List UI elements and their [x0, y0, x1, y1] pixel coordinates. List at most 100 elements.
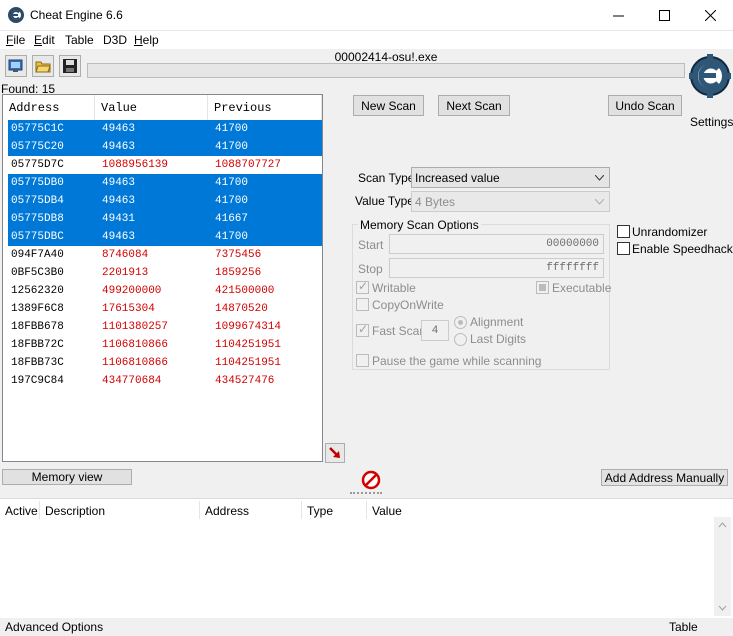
cell-value: 49463: [102, 177, 136, 189]
cell-previous: 41700: [215, 123, 249, 135]
title-bar[interactable]: Cheat Engine 6.6: [0, 0, 733, 31]
fast-scan-value-field[interactable]: 4: [421, 320, 449, 341]
cell-address: 1389F6C8: [11, 303, 64, 315]
settings-label[interactable]: Settings: [690, 115, 733, 129]
table-row[interactable]: 05775D7C 1088956139 1088707727: [8, 156, 322, 174]
table-extras-link[interactable]: Table Extras: [669, 620, 733, 636]
memory-view-button[interactable]: Memory view: [2, 469, 132, 485]
cell-value: 434770684: [102, 375, 162, 387]
last-digits-radio[interactable]: [454, 333, 467, 346]
alignment-label: Alignment: [470, 315, 524, 329]
cell-previous: 1099674314: [215, 321, 282, 333]
speedhack-checkbox[interactable]: [617, 242, 630, 255]
column-header-previous[interactable]: Previous: [208, 95, 322, 120]
alignment-radio[interactable]: [454, 316, 467, 329]
column-header-address[interactable]: Address: [3, 95, 95, 120]
menu-edit[interactable]: Edit: [34, 33, 55, 47]
speedhack-label: Enable Speedhack: [632, 242, 733, 256]
table-row[interactable]: 094F7A40 8746084 7375456: [8, 246, 322, 264]
cheat-engine-logo[interactable]: [688, 52, 732, 114]
table-row[interactable]: 12562320 499200000 421500000: [8, 282, 322, 300]
close-icon[interactable]: [687, 0, 733, 31]
add-address-manually-button[interactable]: Add Address Manually: [601, 469, 728, 486]
menu-help[interactable]: Help: [134, 33, 159, 47]
splitter-handle[interactable]: [350, 492, 382, 496]
cell-previous: 1088707727: [215, 159, 282, 171]
cell-address: 05775DB4: [11, 195, 64, 207]
cell-previous: 434527476: [215, 375, 275, 387]
add-to-list-arrow-icon[interactable]: [325, 443, 345, 463]
chevron-down-icon: [595, 199, 604, 205]
memory-scan-options-title: Memory Scan Options: [358, 218, 481, 232]
cell-value: 49431: [102, 213, 136, 225]
table-row[interactable]: 197C9C84 434770684 434527476: [8, 372, 322, 390]
cell-address: 05775C1C: [11, 123, 64, 135]
cell-value: 49463: [102, 141, 136, 153]
table-row[interactable]: 05775DBC 49463 41700: [8, 228, 322, 246]
value-type-select[interactable]: 4 Bytes: [411, 191, 610, 212]
next-scan-button[interactable]: Next Scan: [438, 95, 510, 116]
column-header-type[interactable]: Type: [302, 501, 367, 519]
column-header-active[interactable]: Active: [0, 501, 40, 519]
unrandomizer-checkbox[interactable]: [617, 225, 630, 238]
cell-address: 0BF5C3B0: [11, 267, 64, 279]
unrandomizer-label: Unrandomizer: [632, 225, 708, 239]
table-row[interactable]: 18FBB678 1101380257 1099674314: [8, 318, 322, 336]
start-address-field[interactable]: 00000000: [389, 234, 604, 254]
cell-address: 05775DB8: [11, 213, 64, 225]
table-row[interactable]: 1389F6C8 17615304 14870520: [8, 300, 322, 318]
address-list[interactable]: Active Description Address Type Value: [0, 498, 733, 618]
menu-file[interactable]: File: [6, 33, 25, 47]
column-header-description[interactable]: Description: [40, 501, 200, 519]
menu-bar: File Edit Table D3D Help: [0, 31, 733, 49]
cell-value: 17615304: [102, 303, 155, 315]
new-scan-button[interactable]: New Scan: [353, 95, 424, 116]
cell-previous: 1859256: [215, 267, 262, 279]
pause-game-checkbox[interactable]: [356, 354, 369, 367]
address-list-scrollbar[interactable]: [714, 517, 731, 616]
copy-on-write-checkbox[interactable]: [356, 298, 369, 311]
undo-scan-button[interactable]: Undo Scan: [608, 95, 682, 116]
cell-value: 1101380257: [102, 321, 169, 333]
scan-type-value: Increased value: [415, 171, 500, 185]
cell-value: 8746084: [102, 249, 149, 261]
cell-previous: 1104251951: [215, 357, 282, 369]
cell-previous: 1104251951: [215, 339, 282, 351]
select-process-icon[interactable]: [5, 55, 27, 77]
table-row[interactable]: 05775DB0 49463 41700: [8, 174, 322, 192]
stop-label: Stop: [358, 262, 383, 276]
minimize-icon[interactable]: [595, 0, 641, 31]
column-header-value[interactable]: Value: [367, 501, 467, 519]
stop-address-field[interactable]: ffffffff: [389, 258, 604, 278]
executable-checkbox[interactable]: [536, 281, 549, 294]
cell-value: 49463: [102, 231, 136, 243]
copy-on-write-label: CopyOnWrite: [372, 298, 444, 312]
writable-checkbox[interactable]: [356, 279, 369, 294]
scan-results-list[interactable]: Address Value Previous 05775C1C 49463 4170…: [2, 94, 323, 462]
cell-previous: 7375456: [215, 249, 262, 261]
cell-previous: 14870520: [215, 303, 268, 315]
save-disk-icon[interactable]: [59, 55, 81, 77]
column-header-value[interactable]: Value: [95, 95, 208, 120]
scan-type-select[interactable]: Increased value: [411, 167, 610, 188]
column-header-address[interactable]: Address: [200, 501, 302, 519]
cell-previous: 41700: [215, 231, 249, 243]
cell-previous: 41700: [215, 177, 249, 189]
table-row[interactable]: 0BF5C3B0 2201913 1859256: [8, 264, 322, 282]
value-type-label: Value Type: [355, 194, 414, 208]
clear-list-icon[interactable]: [361, 470, 381, 490]
open-folder-icon[interactable]: [32, 55, 54, 77]
table-row[interactable]: 18FBB73C 1106810866 1104251951: [8, 354, 322, 372]
cell-value: 1106810866: [102, 357, 169, 369]
table-row[interactable]: 05775C20 49463 41700: [8, 138, 322, 156]
menu-table[interactable]: Table: [65, 33, 94, 47]
pause-game-label: Pause the game while scanning: [372, 354, 542, 368]
advanced-options-link[interactable]: Advanced Options: [5, 620, 103, 634]
menu-d3d[interactable]: D3D: [103, 33, 127, 47]
table-row[interactable]: 05775C1C 49463 41700: [8, 120, 322, 138]
table-row[interactable]: 05775DB8 49431 41667: [8, 210, 322, 228]
fast-scan-checkbox[interactable]: [356, 322, 369, 337]
table-row[interactable]: 18FBB72C 1106810866 1104251951: [8, 336, 322, 354]
maximize-icon[interactable]: [641, 0, 687, 31]
table-row[interactable]: 05775DB4 49463 41700: [8, 192, 322, 210]
